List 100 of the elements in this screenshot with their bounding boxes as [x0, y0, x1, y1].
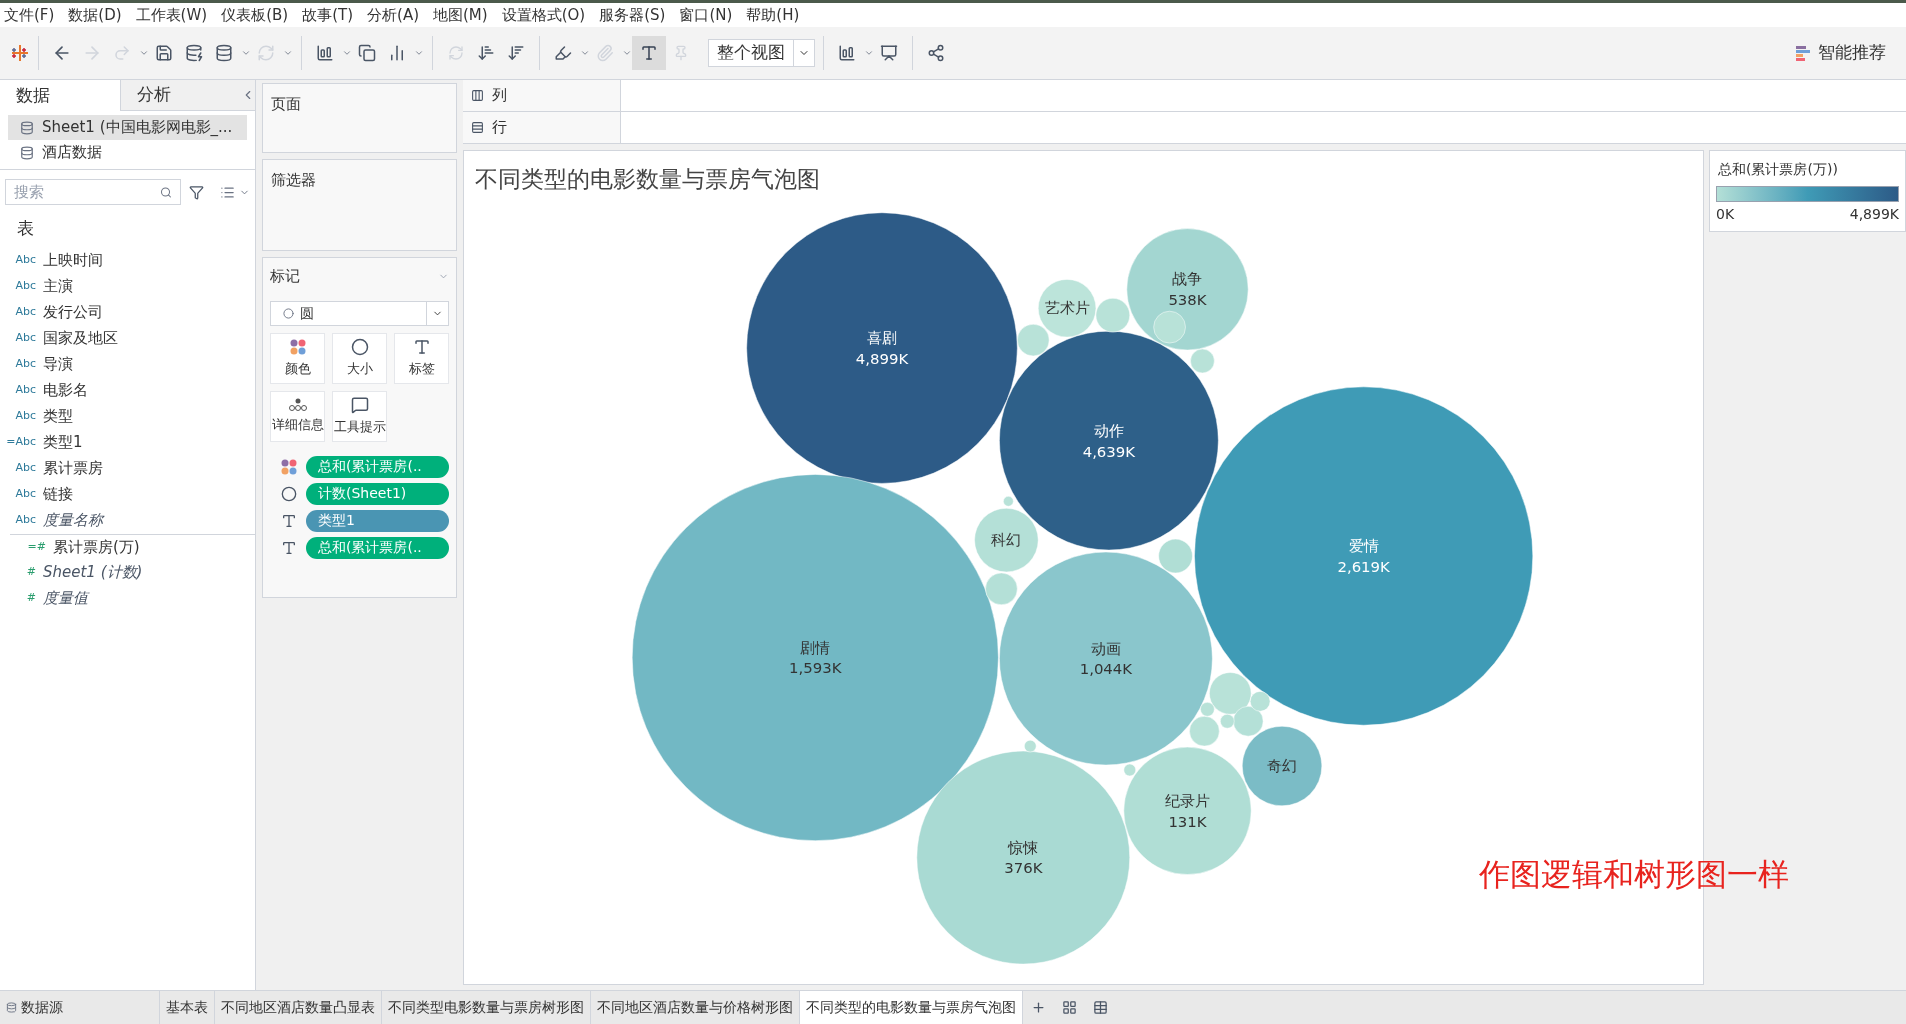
circle-icon: [283, 307, 294, 319]
filter-icon[interactable]: [189, 184, 204, 200]
datasource-item[interactable]: 酒店数据: [8, 140, 247, 165]
database-icon: [20, 145, 34, 160]
menu-item[interactable]: 分析(A): [367, 3, 419, 27]
menu-item[interactable]: 数据(D): [68, 3, 122, 27]
bubble[interactable]: [746, 212, 1018, 484]
field-name: 导演: [43, 354, 73, 376]
field-type-label: Abc: [14, 408, 36, 425]
legend-title: 总和(累计票房(万)): [1717, 160, 1839, 179]
field-type-label: =#: [26, 538, 46, 555]
sheet-tab[interactable]: 不同地区酒店数量凸显表: [215, 991, 382, 1024]
menu-item[interactable]: 故事(T): [302, 3, 354, 27]
menu-item[interactable]: 设置格式(O): [501, 3, 586, 27]
detail-dots-icon: [287, 397, 308, 412]
field-name: 发行公司: [43, 302, 103, 324]
bubble[interactable]: [1249, 691, 1271, 712]
bubble[interactable]: [999, 551, 1213, 766]
caret-icon[interactable]: [580, 48, 590, 58]
menu-item[interactable]: 工作表(W): [135, 3, 208, 27]
mark-property-button[interactable]: 详细信息: [270, 390, 325, 442]
bubble-label: 惊悚 376K: [1004, 838, 1043, 878]
recommend-button[interactable]: 智能推荐: [1796, 40, 1886, 66]
rows-icon: [471, 121, 484, 134]
field-type-label: Abc: [14, 512, 36, 529]
bubble[interactable]: [1017, 323, 1050, 357]
caret-icon[interactable]: [139, 48, 149, 58]
menu-item[interactable]: 帮助(H): [746, 3, 800, 27]
caret-icon[interactable]: [864, 48, 874, 58]
menu-item[interactable]: 地图(M): [433, 3, 488, 27]
bubble-label: 动作 4,639K: [1082, 421, 1136, 461]
field-type-label: #: [25, 590, 36, 607]
field-name: 国家及地区: [43, 328, 118, 350]
mark-property-button[interactable]: 标签: [394, 332, 449, 384]
field-name: Sheet1 (计数): [43, 562, 143, 584]
field-name: 主演: [43, 276, 73, 298]
sheet-tab[interactable]: 不同类型的电影数量与票房气泡图: [800, 991, 1023, 1024]
menu-item[interactable]: 文件(F): [4, 3, 55, 27]
app-logo-icon[interactable]: [10, 43, 30, 63]
field-name: 链接: [43, 484, 73, 506]
field-type-label: Abc: [14, 382, 36, 399]
card-title: 页面: [271, 95, 301, 113]
menu-item[interactable]: 窗口(N): [679, 3, 733, 27]
field-name: 类型1: [43, 432, 83, 454]
datasource-item[interactable]: Sheet1 (中国电影网电影_...: [8, 115, 247, 140]
bubble[interactable]: [1190, 348, 1215, 374]
mark-property-button[interactable]: 颜色: [270, 332, 325, 384]
field-type-label: Abc: [14, 252, 36, 269]
search-icon[interactable]: [160, 185, 172, 199]
bubble-label: 战争 538K: [1168, 270, 1207, 310]
field-type-label: Abc: [14, 460, 36, 477]
mark-property-button[interactable]: 大小: [332, 332, 387, 384]
card-title: 筛选器: [271, 171, 316, 189]
mark-type-dropdown[interactable]: 圆: [270, 300, 449, 326]
show-labels-button[interactable]: [632, 36, 666, 70]
color-dots-icon: [280, 457, 298, 476]
menu-item[interactable]: 仪表板(B): [221, 3, 289, 27]
menu-item[interactable]: 服务器(S): [599, 3, 666, 27]
database-icon: [20, 120, 34, 135]
field-type-label: Abc: [14, 278, 36, 295]
caret-icon[interactable]: [622, 48, 632, 58]
section-heading: 表: [16, 217, 35, 240]
bubble[interactable]: [1095, 298, 1131, 333]
bubble[interactable]: [1037, 279, 1097, 338]
field-name: 累计票房(万): [53, 536, 140, 558]
field-name: 电影名: [43, 380, 88, 402]
sheet-tab[interactable]: 基本表: [160, 991, 215, 1024]
search-field[interactable]: 搜索: [14, 180, 160, 204]
caret-icon[interactable]: [414, 48, 424, 58]
bubble[interactable]: [974, 508, 1039, 573]
tooltip-icon: [350, 395, 369, 414]
panel-tab[interactable]: 分析: [120, 80, 241, 111]
field-type-label: =Abc: [5, 434, 36, 451]
field-name: 累计票房: [43, 458, 103, 480]
field-type-label: #: [25, 564, 36, 581]
list-view-icon[interactable]: [220, 184, 235, 200]
bubble-label: 爱情 2,619K: [1337, 537, 1390, 576]
field-name: 度量名称: [43, 510, 103, 532]
text-label-icon: [412, 337, 431, 356]
caret-icon[interactable]: [283, 48, 293, 58]
caret-icon[interactable]: [241, 48, 251, 58]
caret-icon[interactable]: [342, 48, 352, 58]
field-type-label: Abc: [14, 486, 36, 503]
text-label-icon: [640, 44, 658, 62]
annotation-text: 作图逻辑和树形图一样: [1479, 855, 1789, 894]
bubble[interactable]: [1126, 228, 1249, 351]
sheet-tab[interactable]: 不同类型电影数量与票房树形图: [382, 991, 591, 1024]
legend-min: 0K: [1716, 205, 1735, 224]
bubble[interactable]: [1242, 725, 1323, 807]
bubble-label: 喜剧 4,899K: [855, 329, 909, 368]
datasource-tab[interactable]: 数据源: [0, 991, 160, 1024]
mark-property-button[interactable]: 工具提示: [332, 390, 387, 442]
database-icon: [6, 1002, 17, 1013]
bubble[interactable]: [1209, 672, 1252, 715]
text-label-icon: [281, 539, 297, 556]
fit-dropdown[interactable]: 整个视图: [708, 39, 815, 67]
search-box[interactable]: 搜索: [5, 179, 181, 205]
field-type-label: Abc: [14, 330, 36, 347]
bubble-label: 动画 1,044K: [1079, 639, 1133, 679]
bubble[interactable]: [1194, 386, 1534, 726]
